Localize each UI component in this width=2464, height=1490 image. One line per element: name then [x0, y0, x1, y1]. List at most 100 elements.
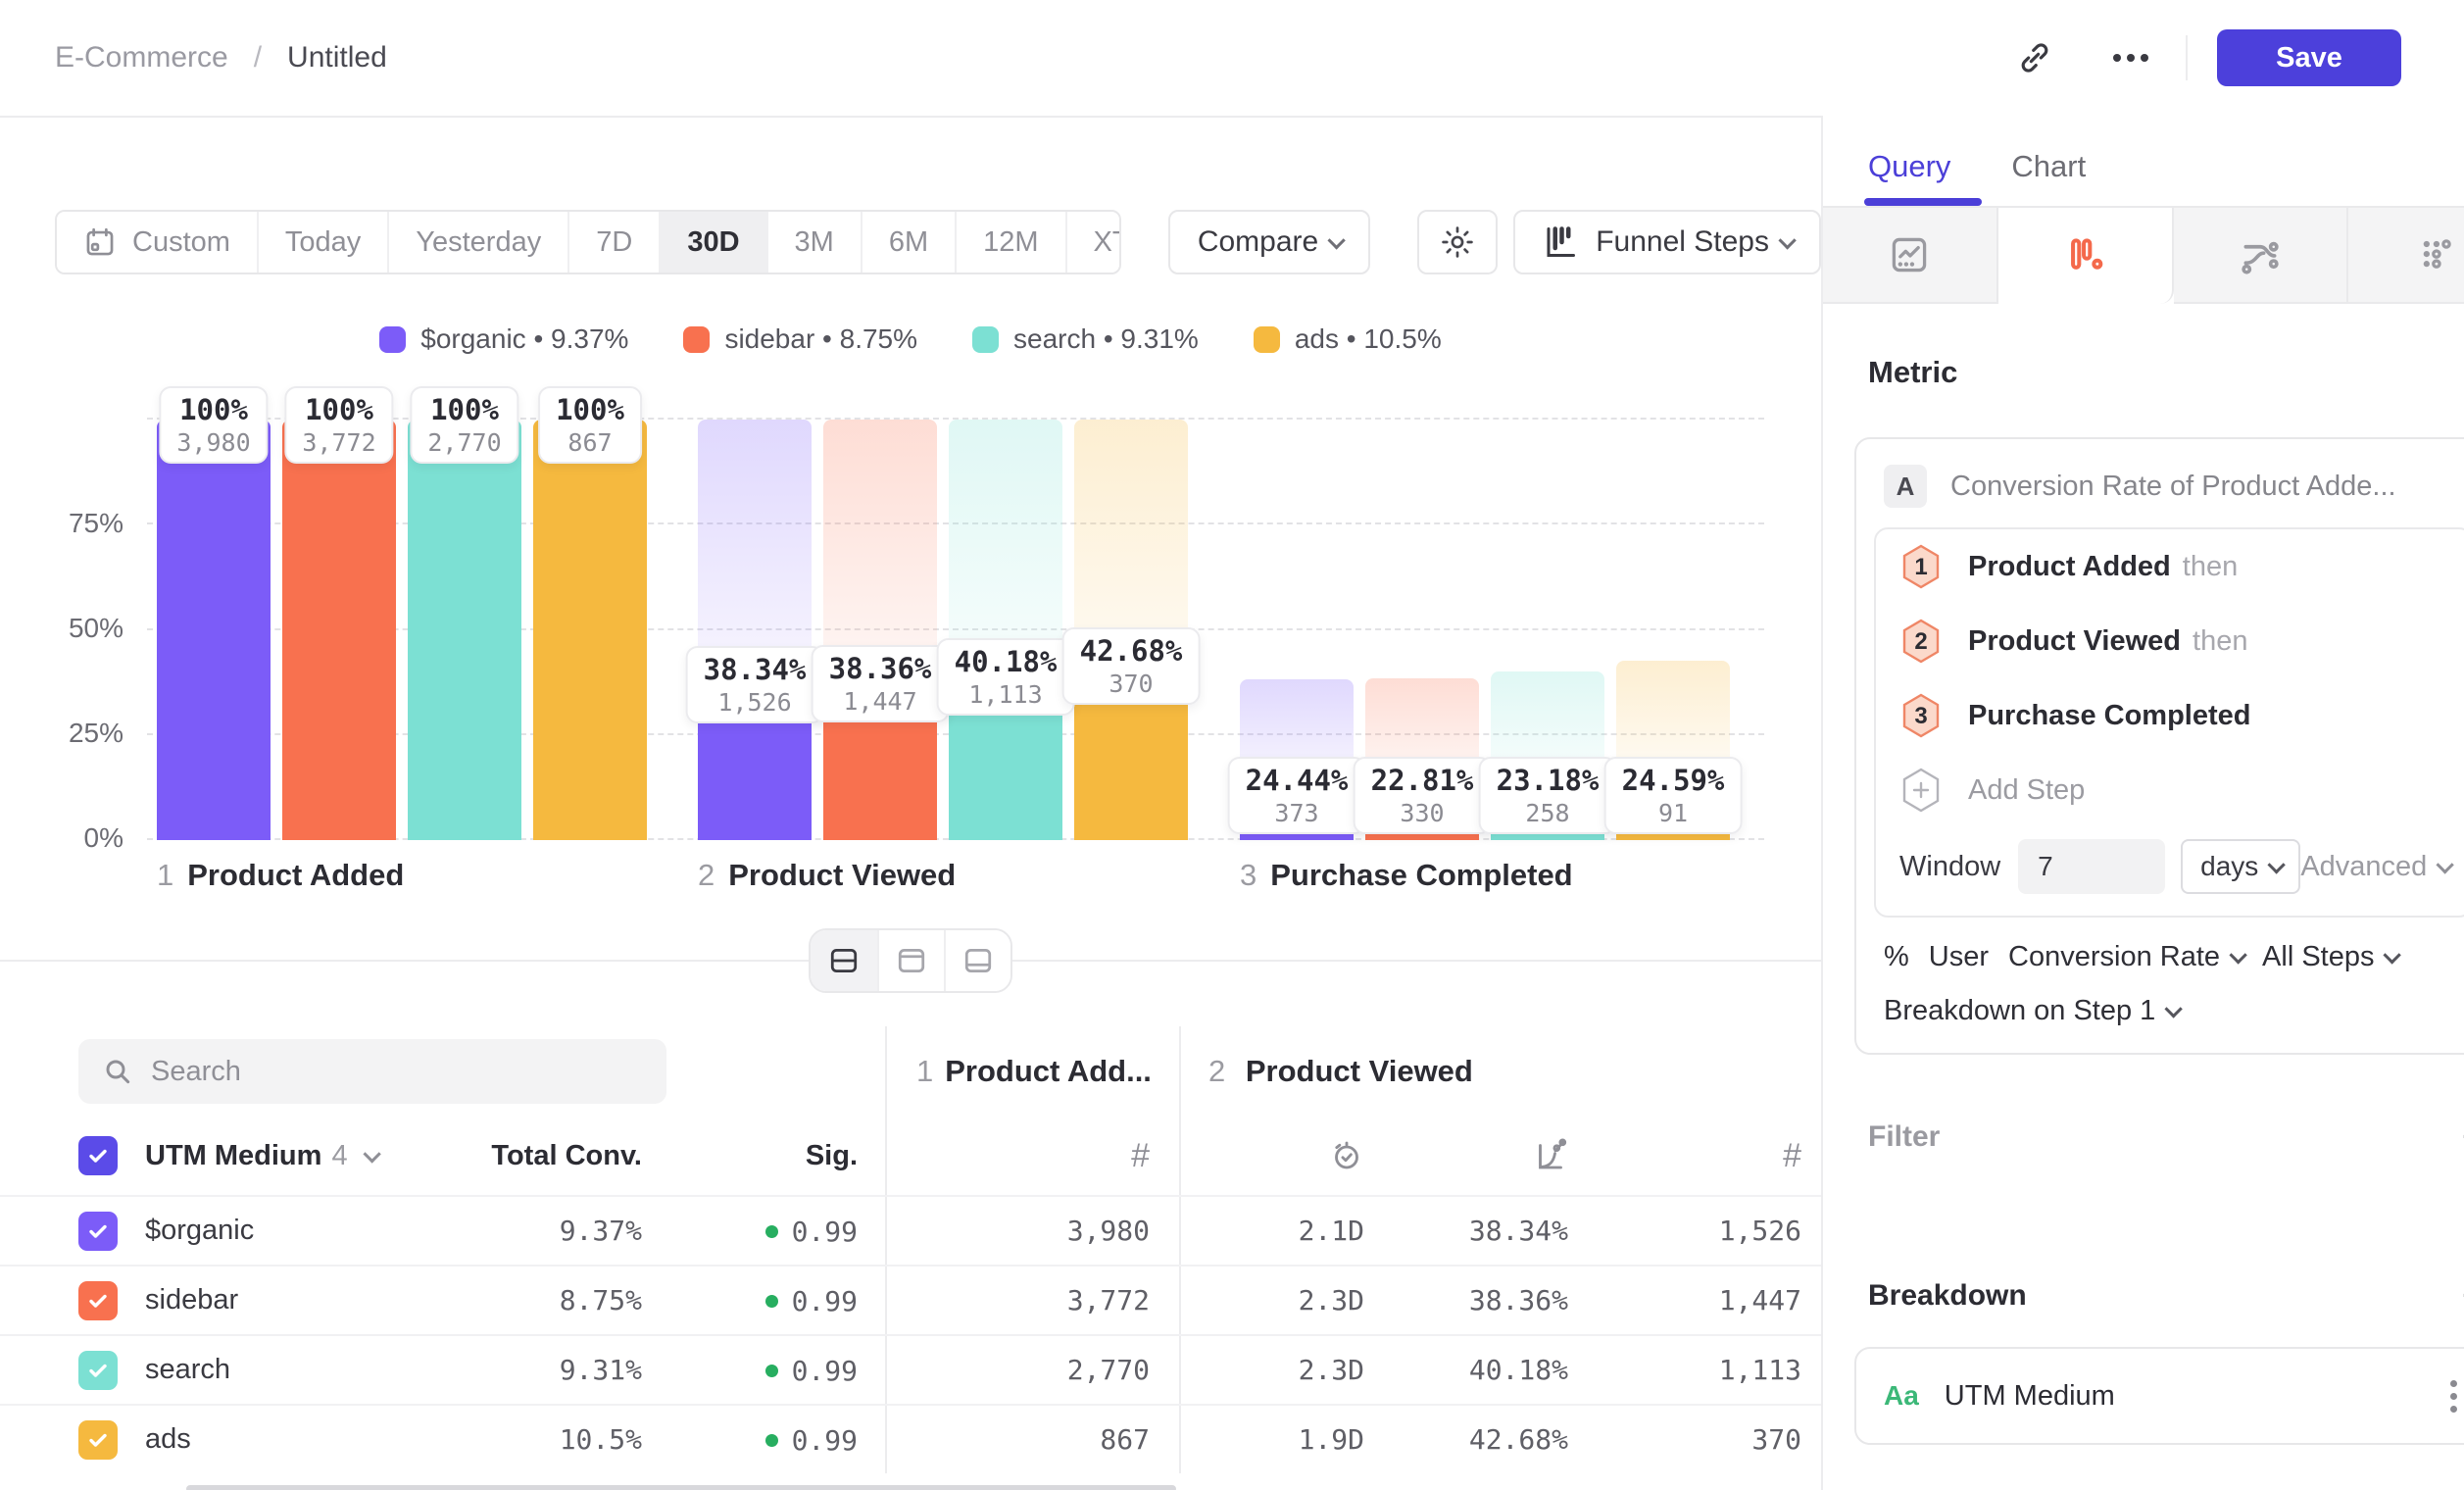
funnel-bar-sidebar-step2[interactable]: 38.36%1,447 [823, 420, 937, 840]
scope-dropdown[interactable]: All Steps [2262, 941, 2396, 973]
funnel-bar-ads-step2[interactable]: 42.68%370 [1074, 420, 1188, 840]
sig-header[interactable]: Sig. [647, 1140, 885, 1172]
save-button[interactable]: Save [2217, 29, 2401, 86]
total-conv-value: 10.5% [451, 1423, 647, 1457]
row-checkbox[interactable] [78, 1212, 118, 1251]
metric-title-row[interactable]: A Conversion Rate of Product Adde... [1856, 439, 2464, 527]
avg-time-column-icon[interactable] [1181, 1138, 1382, 1173]
window-value-input[interactable] [2018, 839, 2165, 894]
chart-settings-button[interactable] [1417, 210, 1498, 274]
row-checkbox[interactable] [78, 1351, 118, 1390]
funnel-bar-sidebar-step1[interactable]: 100%3,772 [282, 420, 396, 840]
journey-chart-tab[interactable] [2174, 208, 2349, 304]
funnel-bar-sidebar-step3[interactable]: 22.81%330 [1365, 420, 1479, 840]
sig-value: 0.99 [647, 1353, 885, 1387]
query-step-3[interactable]: 3Purchase Completed [1876, 678, 2464, 753]
total-conv-header[interactable]: Total Conv. [451, 1140, 647, 1172]
entity-label[interactable]: User [1929, 941, 1989, 973]
conversion-value: 42.68% [1382, 1423, 1588, 1457]
range-12m[interactable]: 12M [955, 212, 1064, 273]
range-6m[interactable]: 6M [861, 212, 955, 273]
range-30d[interactable]: 30D [659, 212, 765, 273]
table-row-search[interactable]: search9.31%0.992,7702.3D40.18%1,113 [0, 1334, 1821, 1404]
sig-dot [765, 1295, 778, 1308]
bar-pct: 100% [302, 393, 375, 426]
funnel-bar-ads-step1[interactable]: 100%867 [533, 420, 647, 840]
funnel-chart-tab[interactable] [1998, 208, 2174, 304]
funnel-bar-ads-step3[interactable]: 24.59%91 [1616, 420, 1730, 840]
advanced-toggle[interactable]: Advanced [2300, 851, 2449, 883]
chart-type-selector[interactable]: Funnel Steps [1513, 210, 1821, 274]
funnel-bar-organic-step3[interactable]: 24.44%373 [1240, 420, 1354, 840]
range-3m[interactable]: 3M [766, 212, 861, 273]
table-row-sidebar[interactable]: sidebar8.75%0.993,7722.3D38.36%1,447 [0, 1265, 1821, 1334]
legend-item-ads[interactable]: ads • 10.5% [1254, 323, 1442, 355]
bar-count: 258 [1497, 799, 1600, 827]
query-panel: Query Chart [1821, 116, 2464, 1490]
breakdown-section: Breakdown + [1868, 1274, 2464, 1317]
line-chart-tab[interactable] [1823, 208, 1998, 304]
conversion-column-icon[interactable] [1382, 1138, 1588, 1173]
breadcrumb-title[interactable]: Untitled [287, 41, 387, 74]
table-row-ads[interactable]: ads10.5%0.998671.9D42.68%370 [0, 1404, 1821, 1473]
search-input[interactable] [151, 1056, 621, 1088]
range-today[interactable]: Today [257, 212, 387, 273]
row-checkbox[interactable] [78, 1420, 118, 1460]
bar-value-label: 42.68%370 [1062, 627, 1201, 705]
panel-tabs: Query Chart [1823, 116, 2464, 206]
kebab-menu-icon[interactable] [2444, 1374, 2463, 1418]
table-only-view-toggle[interactable] [944, 930, 1010, 991]
bar-count: 3,980 [176, 428, 250, 457]
row-checkbox[interactable] [78, 1281, 118, 1320]
tab-chart[interactable]: Chart [2011, 149, 2086, 206]
bar-value-label: 38.36%1,447 [812, 645, 950, 722]
breadcrumb-project[interactable]: E-Commerce [55, 41, 228, 74]
add-step-button[interactable]: Add Step [1876, 753, 2464, 827]
chevron-down-icon [2229, 946, 2246, 964]
line-chart-icon [1888, 233, 1931, 276]
table-body: $organic9.37%0.993,9802.1D38.34%1,526sid… [0, 1195, 1821, 1473]
bar-value-label: 24.59%91 [1604, 757, 1743, 834]
more-options-button[interactable] [2099, 26, 2162, 89]
compare-button[interactable]: Compare [1168, 210, 1370, 274]
horizontal-scrollbar[interactable] [186, 1485, 1176, 1490]
funnel-bar-search-step2[interactable]: 40.18%1,113 [949, 420, 1062, 840]
funnel-bar-organic-step2[interactable]: 38.34%1,526 [698, 420, 812, 840]
range-custom[interactable]: Custom [57, 212, 257, 273]
group-column-header[interactable]: UTM Medium [145, 1140, 321, 1172]
range-yesterday[interactable]: Yesterday [387, 212, 567, 273]
funnel-bar-organic-step1[interactable]: 100%3,980 [157, 420, 271, 840]
chevron-down-icon[interactable] [363, 1145, 380, 1163]
legend-item-search[interactable]: search • 9.31% [972, 323, 1199, 355]
range-label: Today [285, 226, 361, 259]
funnel-bar-search-step3[interactable]: 23.18%258 [1491, 420, 1604, 840]
chart-only-view-toggle[interactable] [877, 930, 944, 991]
range-xtd[interactable]: XTD [1065, 212, 1121, 273]
query-step-1[interactable]: 1Product Addedthen [1876, 529, 2464, 604]
bar-pct: 23.18% [1497, 764, 1600, 797]
group-count: 4 [331, 1140, 347, 1172]
funnel-bar-search-step1[interactable]: 100%2,770 [408, 420, 521, 840]
breakdown-item[interactable]: Aa UTM Medium [1854, 1347, 2464, 1445]
breakdown-on-step-dropdown[interactable]: Breakdown on Step 1 [1856, 973, 2464, 1053]
window-unit-select[interactable]: days [2181, 839, 2300, 894]
split-view-toggle[interactable] [811, 930, 877, 991]
table-step2-header[interactable]: 2 Product Viewed [1181, 1054, 1821, 1089]
range-label: 3M [795, 226, 834, 259]
measure-dropdown[interactable]: Conversion Rate [2008, 941, 2242, 973]
select-all-checkbox[interactable] [78, 1136, 118, 1175]
share-link-button[interactable] [2003, 26, 2066, 89]
legend-item-organic[interactable]: $organic • 9.37% [379, 323, 628, 355]
count-column-icon[interactable]: # [1783, 1137, 1801, 1175]
query-step-2[interactable]: 2Product Viewedthen [1876, 604, 2464, 678]
table-step1-header[interactable]: 1 Product Add... [885, 1026, 1181, 1117]
range-label: 7D [596, 226, 632, 259]
retention-grid-tab[interactable] [2348, 208, 2464, 304]
legend-item-sidebar[interactable]: sidebar • 8.75% [683, 323, 917, 355]
bar-value-label: 23.18%258 [1479, 757, 1617, 834]
step2-count: 1,113 [1588, 1354, 1821, 1387]
range-7d[interactable]: 7D [567, 212, 659, 273]
count-column-icon[interactable]: # [1131, 1137, 1150, 1175]
tab-query[interactable]: Query [1868, 149, 1950, 206]
table-row-organic[interactable]: $organic9.37%0.993,9802.1D38.34%1,526 [0, 1195, 1821, 1265]
